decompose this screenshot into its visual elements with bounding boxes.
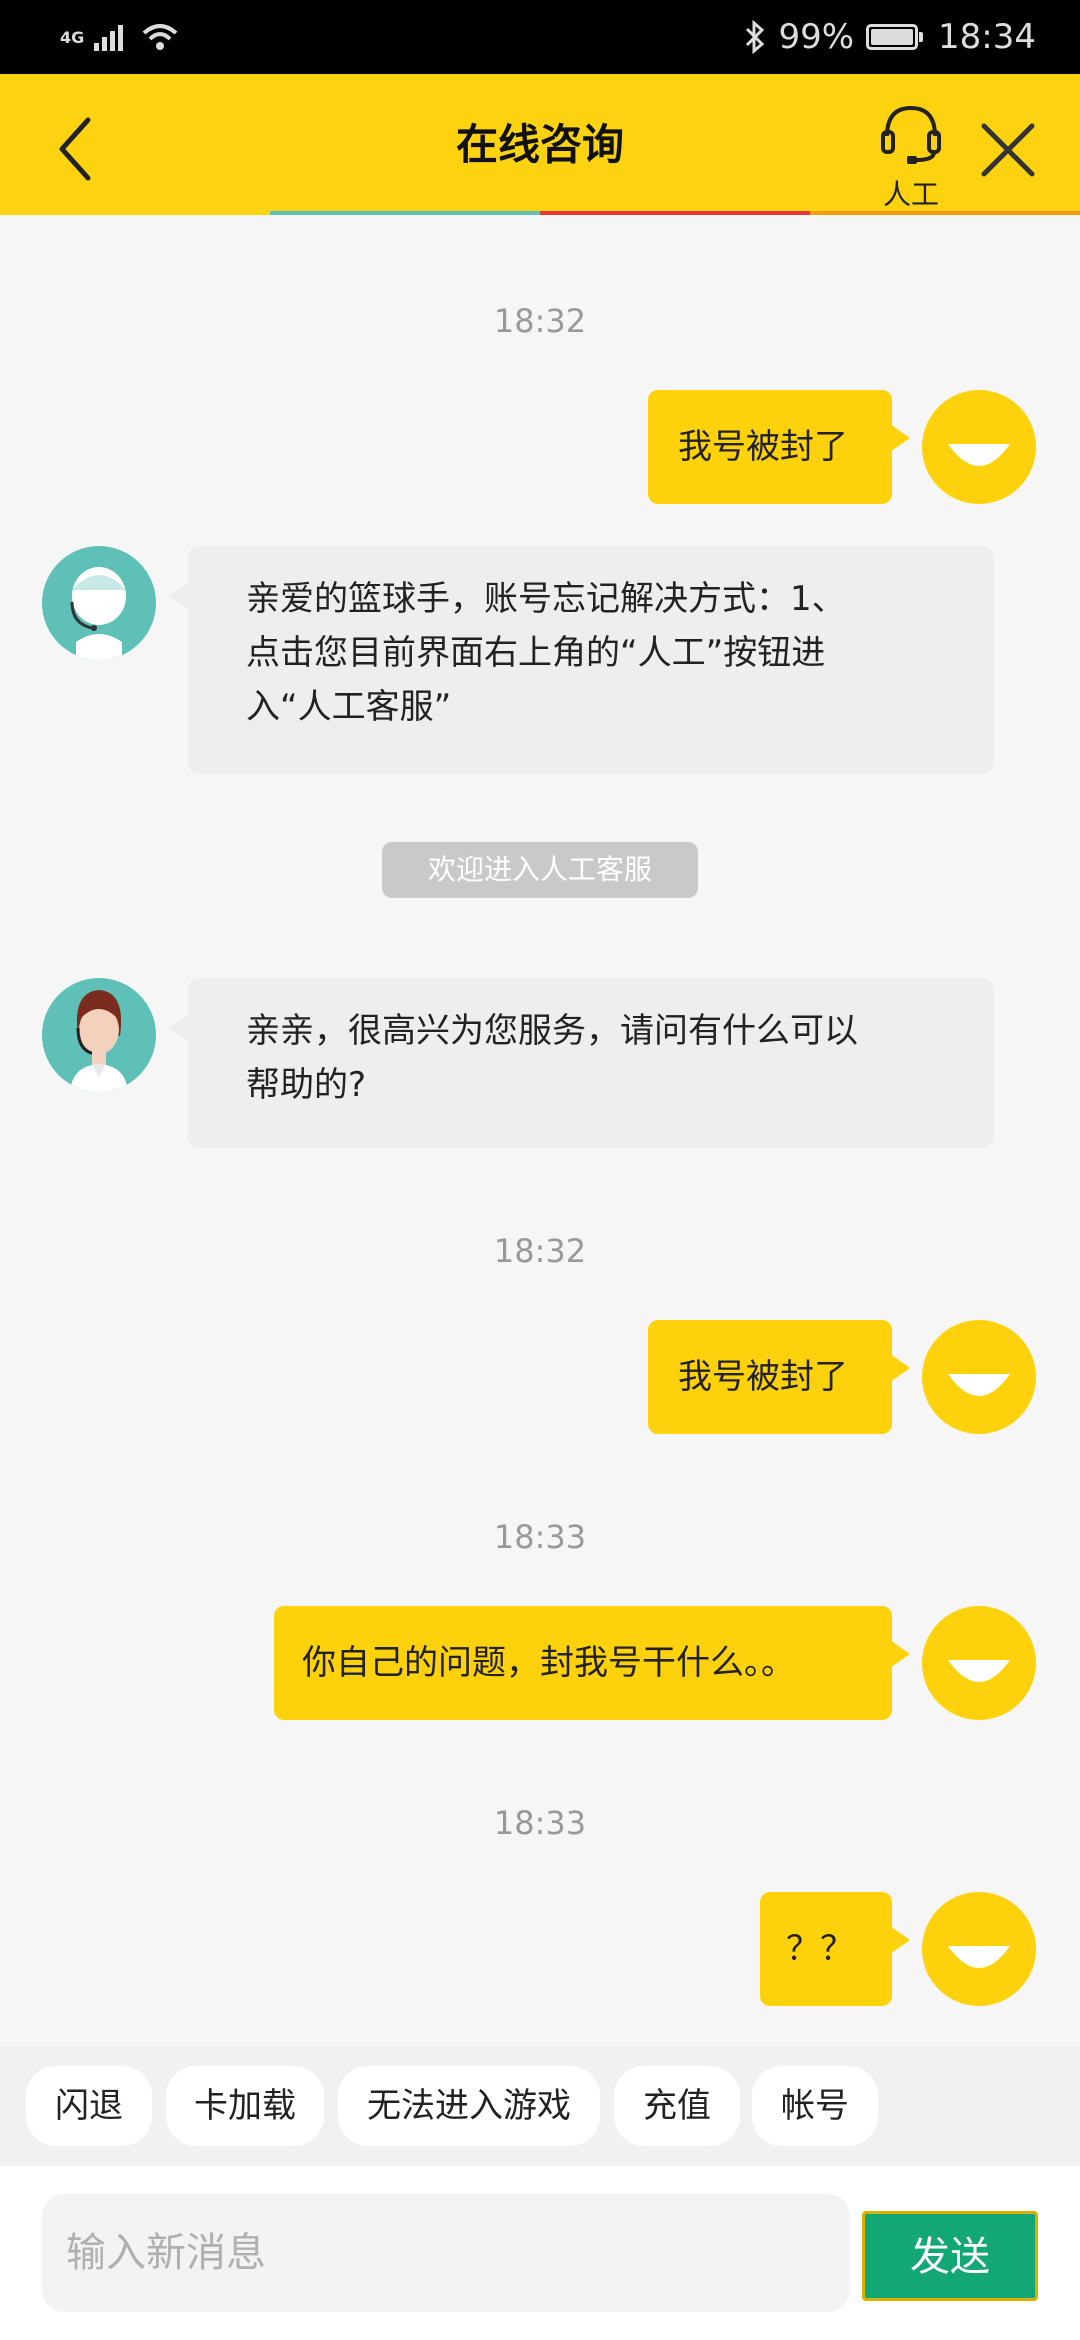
headset-icon [881,105,941,164]
status-right: 99% 18:34 [744,14,1036,60]
user-message: ？？ [760,1892,910,2006]
bluetooth-icon [746,20,765,54]
timestamp: 18:32 [493,302,587,340]
close-icon [981,123,1035,177]
close-button[interactable] [980,122,1036,178]
quick-reply-recharge[interactable]: 充值 [614,2066,740,2146]
message-line: 点击您目前界面右上角的“人工”按钮进 [246,633,826,673]
smiley-icon [948,1946,1010,1968]
user-message: 我号被封了 [648,1320,910,1434]
agent-message: 亲亲，很高兴为您服务，请问有什么可以 帮助的? [168,978,994,1148]
agent-message: 亲爱的篮球手，账号忘记解决方式：1、 点击您目前界面右上角的“人工”按钮进 入“… [168,546,994,774]
status-bar: 4G 99% 18:34 [0,0,1080,74]
timestamp: 18:33 [493,1804,587,1842]
agent-woman-icon [70,990,128,1092]
message-line: 入“人工客服” [246,687,452,727]
app-header: 在线咨询 人工 [0,74,1080,215]
message-text: 我号被封了 [678,1357,848,1397]
agent-avatar[interactable] [42,978,156,1092]
header-color-strip [0,211,1080,215]
quick-reply-bar: 闪退 卡加载 无法进入游戏 充值 帐号 [0,2046,1080,2166]
message-text: ？？ [786,1929,854,1969]
bot-agent-icon [70,567,126,660]
send-button[interactable]: 发送 [862,2211,1038,2301]
user-avatar[interactable] [922,1606,1036,1720]
message-line: 帮助的? [246,1065,367,1105]
message-line: 亲亲，很高兴为您服务，请问有什么可以 [246,1011,858,1051]
timestamp: 18:33 [493,1518,587,1556]
message-line: 亲爱的篮球手，账号忘记解决方式：1、 [246,579,846,619]
battery-icon [866,24,924,50]
human-agent-button[interactable]: 人工 [872,102,950,212]
battery-percent: 99% [778,17,855,57]
input-bar: 发送 [0,2166,1080,2340]
chevron-left-icon [59,117,91,181]
timestamp: 18:32 [493,1232,587,1270]
human-agent-label: 人工 [882,178,939,211]
user-message: 我号被封了 [648,390,910,504]
user-avatar[interactable] [922,1892,1036,2006]
quick-reply-loading[interactable]: 卡加载 [166,2066,324,2146]
quick-reply-cannot-enter[interactable]: 无法进入游戏 [338,2066,600,2146]
smiley-icon [948,1374,1010,1396]
smiley-icon [948,444,1010,466]
bot-avatar[interactable] [42,546,156,660]
message-input[interactable] [42,2194,850,2312]
signal-icon [94,25,124,51]
quick-reply-account[interactable]: 帐号 [752,2066,878,2146]
smiley-icon [948,1660,1010,1682]
message-text: 你自己的问题，封我号干什么。。 [302,1643,795,1683]
wifi-icon [142,24,178,50]
user-avatar[interactable] [922,390,1036,504]
message-text: 我号被封了 [678,427,848,467]
status-left: 4G [60,16,180,58]
network-type: 4G [60,27,85,47]
back-button[interactable] [50,114,110,184]
system-notice: 欢迎进入人工客服 [382,842,698,898]
user-message: 你自己的问题，封我号干什么。。 [274,1606,910,1720]
quick-reply-crash[interactable]: 闪退 [26,2066,152,2146]
clock: 18:34 [938,17,1036,57]
user-avatar[interactable] [922,1320,1036,1434]
